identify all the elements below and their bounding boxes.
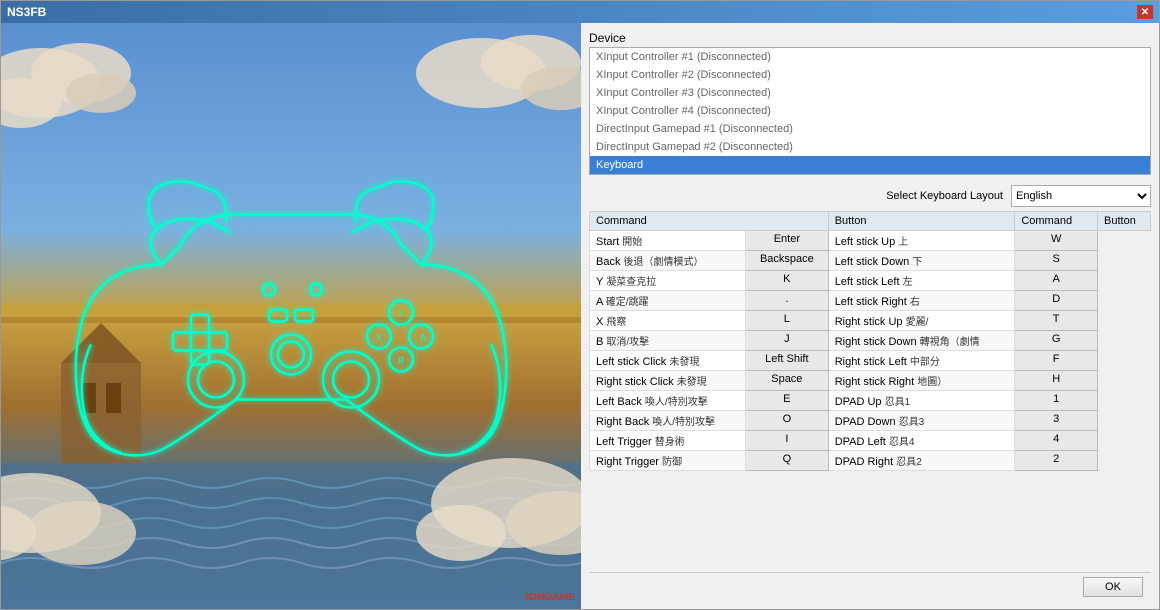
cmd1-cell: Right Trigger 防御 [590,451,746,471]
main-window: NS3FB ✕ [0,0,1160,610]
btn1-cell: E [746,391,829,411]
cmd2-cell: Left stick Down 下 [828,251,1015,271]
device-item-dinput2[interactable]: DirectInput Gamepad #2 (Disconnected) [590,138,1150,156]
table-row: B 取消/攻擊JRight stick Down 轉視角（劇情G [590,331,1151,351]
cmd1-cell: Back 後退（劇情模式） [590,251,746,271]
btn1-cell: Backspace [746,251,829,271]
controller-image: Y A B X [61,145,521,488]
table-row: Right Back 喚人/特別攻擊ODPAD Down 忍具33 [590,411,1151,431]
svg-text:X: X [376,333,382,343]
cmd1-cell: B 取消/攻擊 [590,331,746,351]
btn1-cell: Q [746,451,829,471]
btn2-cell: 1 [1015,391,1098,411]
table-row: Start 開始EnterLeft stick Up 上W [590,231,1151,251]
btn2-cell: T [1015,311,1098,331]
btn1-cell: J [746,331,829,351]
cmd2-cell: Right stick Left 中部分 [828,351,1015,371]
keyboard-layout-row: Select Keyboard Layout EnglishJapaneseCh… [589,185,1151,207]
btn1-cell: O [746,411,829,431]
keyboard-layout-label: Select Keyboard Layout [886,190,1003,202]
left-panel: Y A B X 3DMGAME [1,23,581,609]
cmd1-cell: Right Back 喚人/特別攻擊 [590,411,746,431]
btn2-cell: 3 [1015,411,1098,431]
svg-text:Y: Y [398,309,404,319]
table-row: Left stick Click 未發現Left ShiftRight stic… [590,351,1151,371]
device-item-xinput2[interactable]: XInput Controller #2 (Disconnected) [590,66,1150,84]
table-row: Right stick Click 未發現SpaceRight stick Ri… [590,371,1151,391]
device-section: Device XInput Controller #1 (Disconnecte… [589,31,1151,175]
cmd1-cell: Y 凝菜查克拉 [590,271,746,291]
watermark: 3DMGAME [524,592,575,603]
right-panel: Device XInput Controller #1 (Disconnecte… [581,23,1159,609]
header-button-1: Button [828,212,1015,231]
cmd1-cell: Left Back 喚人/特別攻擊 [590,391,746,411]
cmd1-cell: Start 開始 [590,231,746,251]
btn2-cell: 4 [1015,431,1098,451]
table-row: Left Trigger 替身術IDPAD Left 忍具44 [590,431,1151,451]
table-row: Right Trigger 防御QDPAD Right 忍具22 [590,451,1151,471]
device-item-xinput1[interactable]: XInput Controller #1 (Disconnected) [590,48,1150,66]
window-title: NS3FB [7,5,46,19]
btn1-cell: K [746,271,829,291]
title-bar: NS3FB ✕ [1,1,1159,23]
device-item-xinput4[interactable]: XInput Controller #4 (Disconnected) [590,102,1150,120]
key-mapping-table: Command Button Command Button Start 開始En… [589,211,1151,471]
table-row: Back 後退（劇情模式）BackspaceLeft stick Down 下S [590,251,1151,271]
cmd2-cell: DPAD Left 忍具4 [828,431,1015,451]
cmd2-cell: Left stick Left 左 [828,271,1015,291]
svg-text:A: A [420,333,426,343]
cmd2-cell: Right stick Down 轉視角（劇情 [828,331,1015,351]
table-row: Y 凝菜查克拉KLeft stick Left 左A [590,271,1151,291]
btn1-cell: Left Shift [746,351,829,371]
btn2-cell: 2 [1015,451,1098,471]
btn2-cell: H [1015,371,1098,391]
device-label: Device [589,31,1151,45]
header-command-2: Command [1015,212,1098,231]
btn1-cell: I [746,431,829,451]
btn2-cell: W [1015,231,1098,251]
cmd1-cell: Left Trigger 替身術 [590,431,746,451]
table-row: X 飛察LRight stick Up 愛麗/T [590,311,1151,331]
close-button[interactable]: ✕ [1137,5,1153,19]
cmd2-cell: Right stick Up 愛麗/ [828,311,1015,331]
cmd2-cell: DPAD Down 忍具3 [828,411,1015,431]
cmd1-cell: X 飛察 [590,311,746,331]
cmd2-cell: DPAD Right 忍具2 [828,451,1015,471]
cmd2-cell: Left stick Up 上 [828,231,1015,251]
ok-button[interactable]: OK [1083,577,1143,597]
cmd1-cell: Right stick Click 未發現 [590,371,746,391]
btn2-cell: S [1015,251,1098,271]
header-button-2: Button [1098,212,1151,231]
cmd2-cell: Left stick Right 右 [828,291,1015,311]
btn2-cell: F [1015,351,1098,371]
cmd2-cell: Right stick Right 地圖） [828,371,1015,391]
mapping-tbody: Start 開始EnterLeft stick Up 上WBack 後退（劇情模… [590,231,1151,471]
device-item-dinput1[interactable]: DirectInput Gamepad #1 (Disconnected) [590,120,1150,138]
footer: OK [589,572,1151,601]
table-row: Left Back 喚人/特別攻擊EDPAD Up 忍具11 [590,391,1151,411]
btn1-cell: L [746,311,829,331]
cmd1-cell: Left stick Click 未發現 [590,351,746,371]
btn1-cell: Space [746,371,829,391]
game-background: Y A B X 3DMGAME [1,23,581,609]
svg-text:B: B [398,356,404,366]
btn2-cell: D [1015,291,1098,311]
btn1-cell: . [746,291,829,311]
btn2-cell: G [1015,331,1098,351]
table-header-row: Command Button Command Button [590,212,1151,231]
btn1-cell: Enter [746,231,829,251]
device-list[interactable]: XInput Controller #1 (Disconnected)XInpu… [589,47,1151,175]
table-row: A 確定/跳躍.Left stick Right 右D [590,291,1151,311]
btn2-cell: A [1015,271,1098,291]
keyboard-layout-select[interactable]: EnglishJapaneseChinese [1011,185,1151,207]
device-item-keyboard[interactable]: Keyboard [590,156,1150,174]
device-item-xinput3[interactable]: XInput Controller #3 (Disconnected) [590,84,1150,102]
cmd1-cell: A 確定/跳躍 [590,291,746,311]
controller-svg: Y A B X [61,145,521,485]
mapping-table: Command Button Command Button Start 開始En… [589,211,1151,572]
content-area: Y A B X 3DMGAME Device XInput Controller… [1,23,1159,609]
cmd2-cell: DPAD Up 忍具1 [828,391,1015,411]
header-command-1: Command [590,212,829,231]
